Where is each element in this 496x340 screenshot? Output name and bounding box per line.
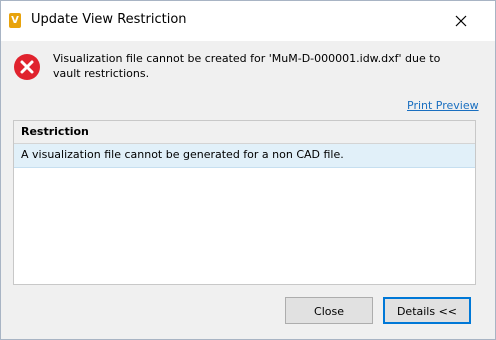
dialog-content: Visualization file cannot be created for…	[1, 41, 495, 339]
table-row[interactable]: A visualization file cannot be generated…	[14, 144, 475, 168]
restriction-grid[interactable]: Restriction A visualization file cannot …	[13, 120, 476, 285]
column-header-label: Restriction	[21, 125, 89, 138]
title-bar[interactable]: V Update View Restriction	[1, 1, 495, 41]
column-header-restriction[interactable]: Restriction	[14, 121, 475, 144]
vault-app-icon: V	[9, 13, 21, 28]
close-button[interactable]: Close	[285, 297, 373, 324]
error-icon	[13, 53, 41, 81]
window-title: Update View Restriction	[31, 12, 187, 27]
error-message: Visualization file cannot be created for…	[53, 52, 441, 80]
details-button[interactable]: Details <<	[383, 297, 471, 324]
restriction-text: A visualization file cannot be generated…	[21, 148, 344, 161]
print-preview-link[interactable]: Print Preview	[407, 99, 479, 112]
update-view-restriction-dialog: V Update View Restriction Visualization …	[0, 0, 496, 340]
close-icon[interactable]	[447, 7, 475, 35]
